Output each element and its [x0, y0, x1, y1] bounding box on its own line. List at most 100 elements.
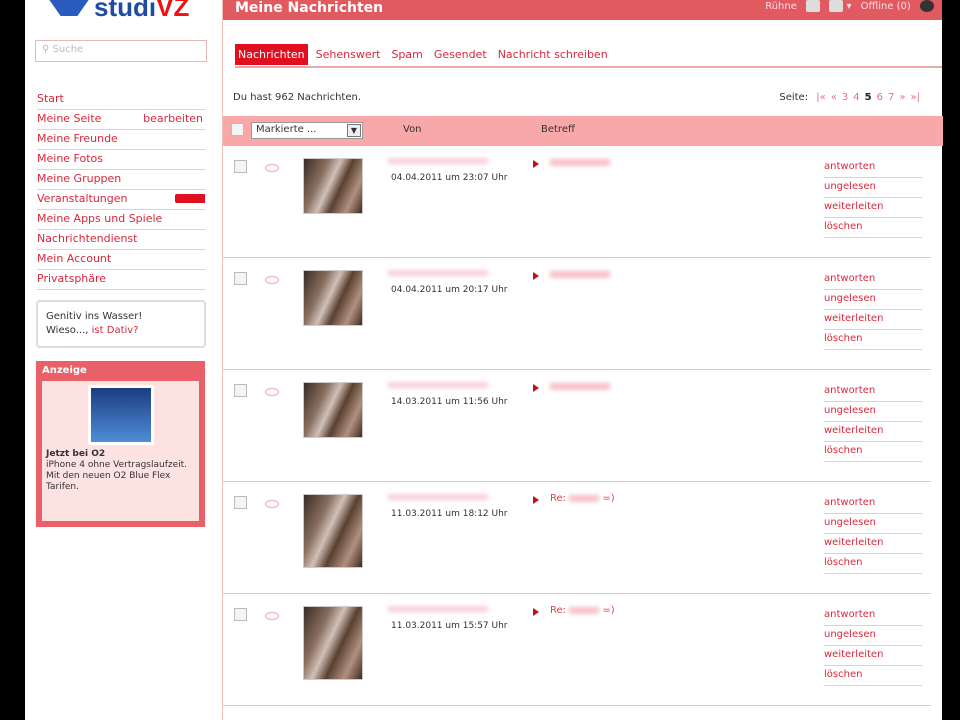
reply-link[interactable]: antworten	[824, 494, 922, 514]
forward-link[interactable]: weiterleiten	[824, 422, 922, 442]
message-subject[interactable]	[550, 381, 610, 392]
select-value: Markierte ...	[256, 124, 317, 135]
tip-link[interactable]: ist Dativ?	[92, 325, 139, 336]
arrow-icon	[533, 272, 539, 280]
sender-name-blurred[interactable]	[388, 494, 488, 500]
message-checkbox[interactable]	[234, 160, 247, 173]
message-checkbox[interactable]	[234, 608, 247, 621]
sidebar-item-nachrichtendienst[interactable]: Nachrichtendienst	[37, 230, 205, 250]
subject-blurred	[550, 270, 610, 278]
sender-avatar[interactable]	[303, 606, 363, 680]
message-subject[interactable]: Re: =)	[550, 605, 615, 616]
message-subject[interactable]	[550, 157, 610, 168]
sidebar-item-privatsphaere[interactable]: Privatsphäre	[37, 270, 205, 290]
delete-link[interactable]: löschen	[824, 218, 922, 238]
subject-suffix: =)	[602, 493, 615, 504]
sidebar-item-meine-seite[interactable]: Meine Seite bearbeiten	[37, 110, 205, 130]
tab-gesendet[interactable]: Gesendet	[431, 44, 490, 65]
tip-line: Genitiv ins Wasser!	[46, 311, 143, 322]
subject-blurred	[569, 494, 600, 502]
sender-name-blurred[interactable]	[388, 270, 488, 276]
forward-link[interactable]: weiterleiten	[824, 310, 922, 330]
message-subject[interactable]	[550, 269, 610, 280]
ad-box[interactable]: Anzeige Jetzt bei O2 iPhone 4 ohne Vertr…	[36, 361, 205, 527]
forward-link[interactable]: weiterleiten	[824, 198, 922, 218]
subject-prefix: Re:	[550, 605, 567, 616]
message-subject[interactable]: Re: =)	[550, 493, 615, 504]
sidebar-item-gruppen[interactable]: Meine Gruppen	[37, 170, 205, 190]
page-link[interactable]: 6	[877, 92, 883, 103]
delete-link[interactable]: löschen	[824, 442, 922, 462]
sidebar-item-label: Meine Seite	[37, 112, 102, 125]
tab-spam[interactable]: Spam	[388, 44, 425, 65]
tab-sehenswert[interactable]: Sehenswert	[313, 44, 384, 65]
sidebar-item-apps[interactable]: Meine Apps und Spiele	[37, 210, 205, 230]
search-input[interactable]: ⚲ Suche	[35, 40, 207, 62]
page-prev[interactable]: «	[831, 92, 837, 103]
select-all-checkbox[interactable]	[231, 123, 244, 136]
bulk-action-select[interactable]: Markierte ... ▼	[251, 122, 363, 139]
message-checkbox[interactable]	[234, 384, 247, 397]
delete-link[interactable]: löschen	[824, 554, 922, 574]
delete-link[interactable]: löschen	[824, 330, 922, 350]
ad-text: iPhone 4 ohne Vertragslaufzeit. Mit den …	[46, 460, 188, 492]
sender-name-blurred[interactable]	[388, 606, 488, 612]
message-date: 04.04.2011 um 20:17 Uhr	[391, 285, 508, 295]
reply-link[interactable]: antworten	[824, 382, 922, 402]
table-header: Markierte ... ▼ Von Betreff	[223, 116, 943, 146]
page-link[interactable]: 4	[853, 92, 859, 103]
subject-prefix: Re:	[550, 493, 567, 504]
forward-link[interactable]: weiterleiten	[824, 534, 922, 554]
message-actions: antworten ungelesen weiterleiten löschen	[824, 494, 922, 574]
page-link[interactable]: 3	[842, 92, 848, 103]
page-first[interactable]: |«	[816, 92, 826, 103]
sidebar-item-freunde[interactable]: Meine Freunde	[37, 130, 205, 150]
message-date: 11.03.2011 um 18:12 Uhr	[391, 509, 508, 519]
sidebar-item-fotos[interactable]: Meine Fotos	[37, 150, 205, 170]
reply-link[interactable]: antworten	[824, 158, 922, 178]
mark-unread-link[interactable]: ungelesen	[824, 514, 922, 534]
mark-unread-link[interactable]: ungelesen	[824, 290, 922, 310]
sender-name-blurred[interactable]	[388, 382, 488, 388]
main-panel: Meine Nachrichten Rühne ▾ Offline (0) Na…	[222, 0, 943, 720]
tab-nachrichten[interactable]: Nachrichten	[235, 44, 308, 65]
tab-nachricht-schreiben[interactable]: Nachricht schreiben	[495, 44, 611, 65]
message-date: 04.04.2011 um 23:07 Uhr	[391, 173, 508, 183]
mark-unread-link[interactable]: ungelesen	[824, 626, 922, 646]
sender-avatar[interactable]	[303, 494, 363, 568]
col-from: Von	[403, 124, 422, 135]
message-checkbox[interactable]	[234, 496, 247, 509]
sender-name-blurred[interactable]	[388, 158, 488, 164]
delete-link[interactable]: löschen	[824, 666, 922, 686]
subject-suffix: =)	[602, 605, 615, 616]
edit-link[interactable]: bearbeiten	[143, 110, 203, 128]
poke-link[interactable]: Rühne	[765, 1, 797, 12]
reply-link[interactable]: antworten	[824, 606, 922, 626]
arrow-icon	[533, 160, 539, 168]
tip-box: Genitiv ins Wasser! Wieso..., ist Dativ?	[36, 300, 206, 348]
forward-link[interactable]: weiterleiten	[824, 646, 922, 666]
message-checkbox[interactable]	[234, 272, 247, 285]
read-status-icon	[265, 500, 279, 508]
mark-unread-link[interactable]: ungelesen	[824, 178, 922, 198]
online-status[interactable]: Offline (0)	[861, 1, 911, 12]
sender-avatar[interactable]	[303, 270, 363, 326]
page-link[interactable]: 7	[888, 92, 894, 103]
sender-avatar[interactable]	[303, 158, 363, 214]
reply-link[interactable]: antworten	[824, 270, 922, 290]
chat-icon[interactable]	[829, 0, 844, 12]
sidebar-item-account[interactable]: Mein Account	[37, 250, 205, 270]
header-bar: Meine Nachrichten Rühne ▾ Offline (0)	[223, 0, 942, 20]
sender-avatar[interactable]	[303, 382, 363, 438]
page-last[interactable]: »|	[911, 92, 921, 103]
sidebar-item-veranstaltungen[interactable]: Veranstaltungen	[37, 190, 205, 210]
message-actions: antworten ungelesen weiterleiten löschen	[824, 158, 922, 238]
sidebar-item-start[interactable]: Start	[37, 90, 205, 110]
page-next[interactable]: »	[899, 92, 905, 103]
logo-mark-icon	[48, 0, 90, 16]
mark-unread-link[interactable]: ungelesen	[824, 402, 922, 422]
poke-icon	[806, 0, 821, 12]
ad-title: Anzeige	[42, 365, 87, 376]
arrow-icon	[533, 608, 539, 616]
studivz-logo[interactable]: studiVZ	[48, 0, 189, 23]
